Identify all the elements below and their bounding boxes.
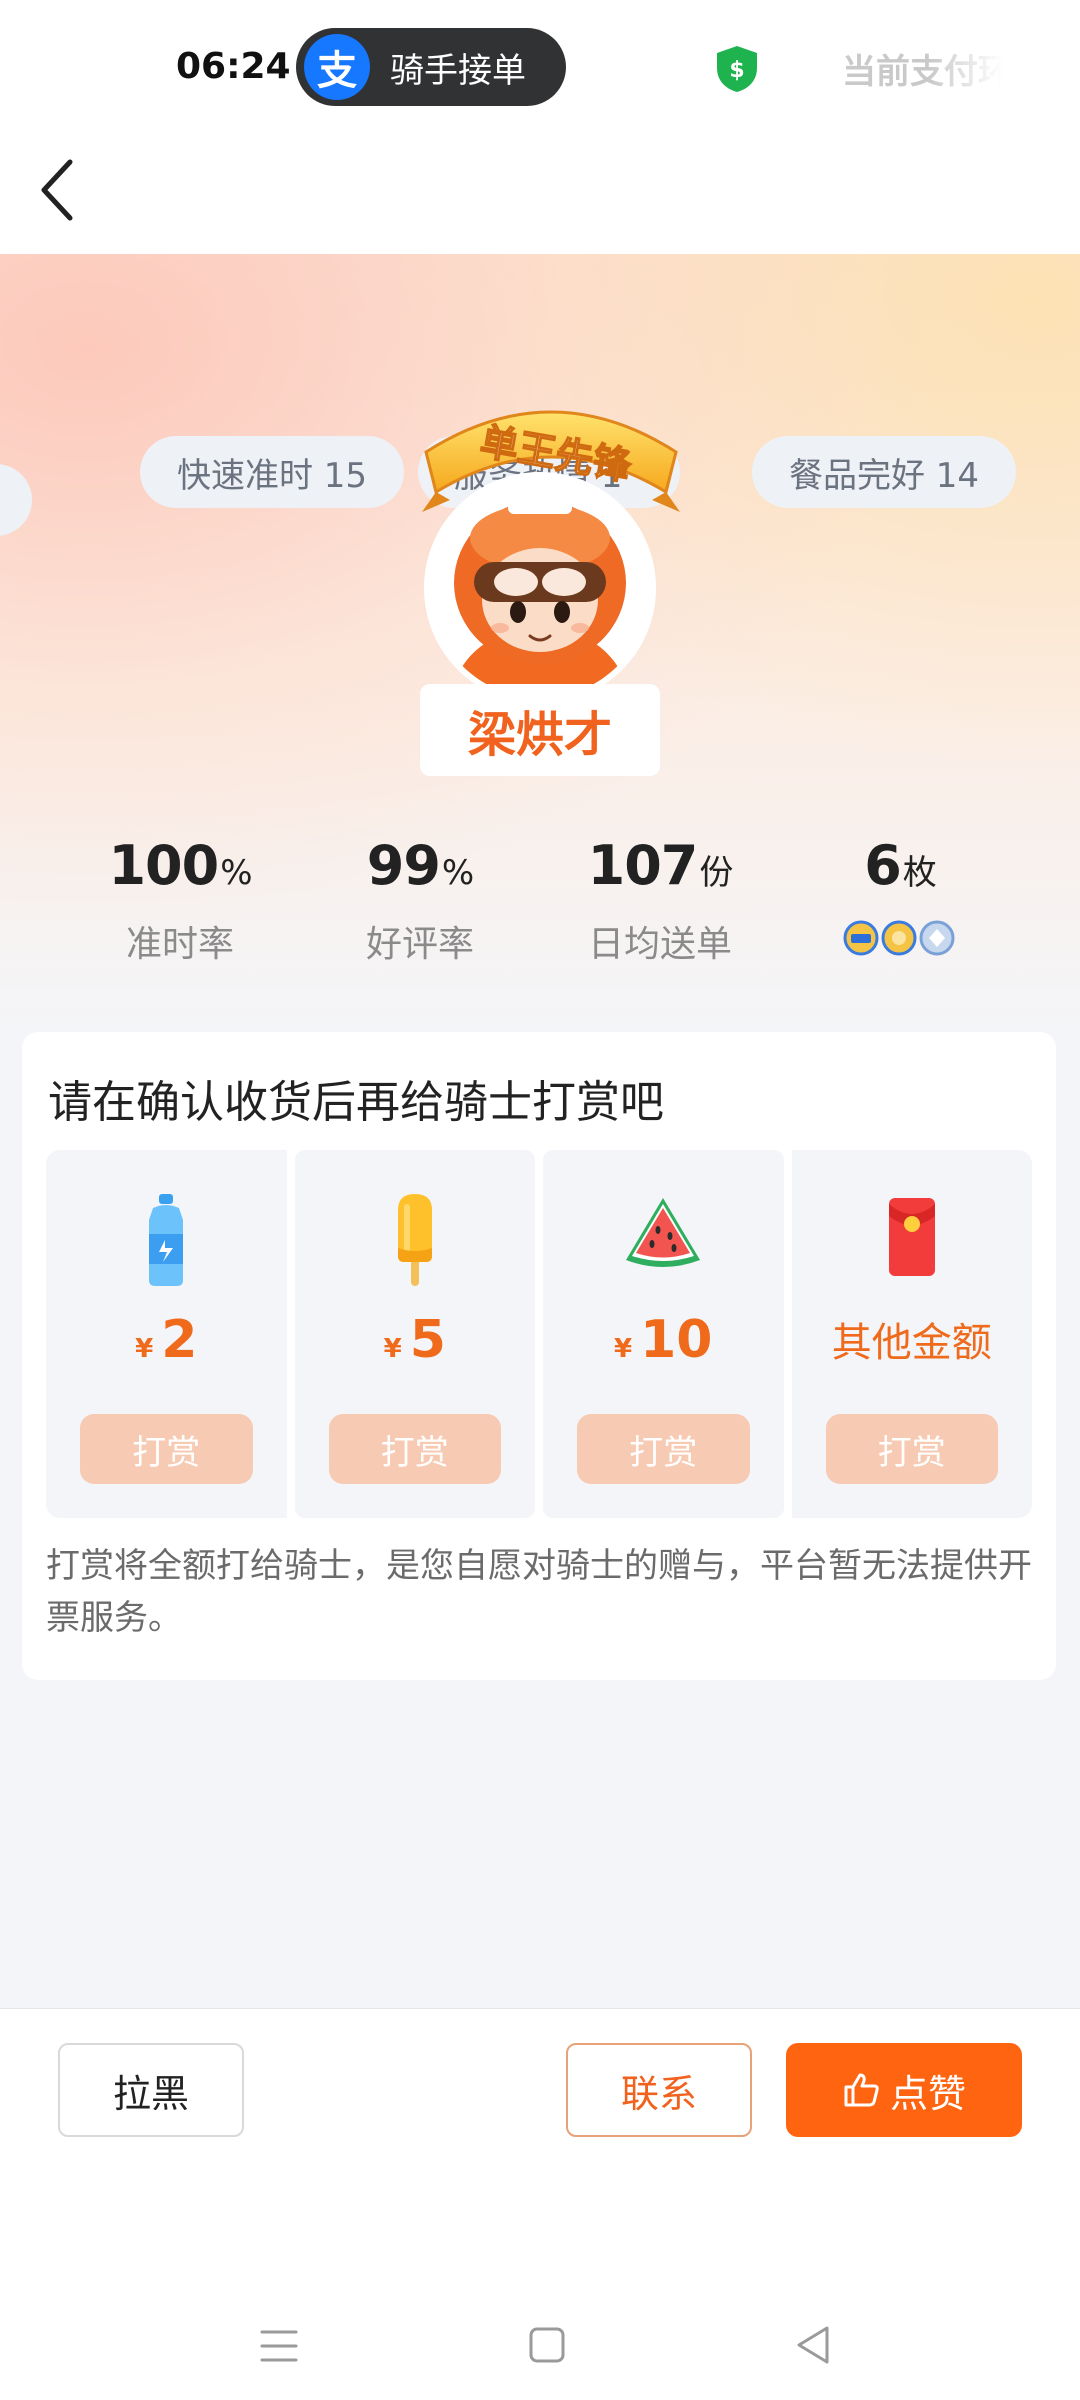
side-scroll-indicator <box>0 464 32 536</box>
tip-amount-other: 其他金额 <box>831 1320 992 1366</box>
popsicle-icon <box>397 1194 432 1286</box>
tip-amount: ¥10 <box>543 1310 784 1370</box>
tip-button[interactable]: 打赏 <box>577 1414 750 1484</box>
back-triangle-icon[interactable] <box>794 2324 832 2366</box>
tip-amount-value: 10 <box>640 1310 713 1370</box>
stat-unit: 枚 <box>902 853 937 893</box>
rider-profile-hero: 快速准时 15 服务热情 1 餐品完好 14 <box>0 254 1080 1034</box>
tip-disclaimer: 打赏将全额打给骑士，是您自愿对骑士的赠与，平台暂无法提供开票服务。 <box>46 1546 1032 1638</box>
tip-amount-value: 2 <box>161 1310 198 1370</box>
tip-amount-value: 5 <box>409 1310 446 1370</box>
stat-good-rating: 99% 好评率 <box>300 834 540 967</box>
currency-symbol: ¥ <box>135 1334 154 1364</box>
tip-amount: 其他金额 <box>792 1310 1033 1368</box>
bottom-action-bar: 拉黑 联系 点赞 <box>0 2008 1080 2228</box>
back-arrow-icon[interactable] <box>38 154 78 226</box>
payment-status-text: 当前支付环 <box>842 44 1002 93</box>
like-button[interactable]: 点赞 <box>786 2043 1022 2137</box>
currency-symbol: ¥ <box>614 1334 633 1364</box>
home-icon[interactable] <box>528 2326 566 2364</box>
tip-option-10[interactable]: ¥10 打赏 <box>543 1150 784 1518</box>
stat-value: 100 <box>108 834 219 897</box>
red-envelope-icon <box>888 1198 935 1276</box>
app-pill-label: 骑手接单 <box>390 50 526 91</box>
stat-daily-orders: 107份 日均送单 <box>540 834 780 967</box>
status-bar: 06:24 支 骑手接单 $ 当前支付环 <box>0 0 1080 140</box>
stat-value: 107 <box>587 834 699 897</box>
stat-value: 6 <box>864 834 902 897</box>
stat-on-time: 100% 准时率 <box>60 834 300 967</box>
stat-unit: % <box>441 853 474 893</box>
recent-apps-icon[interactable] <box>260 2328 298 2364</box>
stat-medals[interactable]: 6枚 <box>780 834 1020 963</box>
rider-stats: 100% 准时率 99% 好评率 107份 日均送单 6枚 <box>0 834 1080 984</box>
tip-card: 请在确认收货后再给骑士打赏吧 ¥2 打赏 ¥5 打赏 ¥ 10 打赏 其他金额 … <box>22 1032 1056 1680</box>
like-button-label: 点赞 <box>889 2071 966 2116</box>
medal-badges-icon <box>843 920 955 956</box>
svg-text:$: $ <box>729 58 744 83</box>
stat-label: 准时率 <box>125 924 234 965</box>
tip-button[interactable]: 打赏 <box>825 1414 998 1484</box>
tip-amount: ¥5 <box>295 1310 536 1370</box>
contact-button[interactable]: 联系 <box>566 2043 752 2137</box>
system-navigation-bar <box>0 2228 1080 2400</box>
tip-button[interactable]: 打赏 <box>80 1414 253 1484</box>
app-notification-pill[interactable]: 支 骑手接单 <box>296 28 566 106</box>
tip-card-title: 请在确认收货后再给骑士打赏吧 <box>48 1077 664 1128</box>
tip-amount: ¥2 <box>46 1310 287 1370</box>
watermelon-icon <box>626 1198 701 1267</box>
stat-label: 日均送单 <box>587 924 732 965</box>
rating-tag-food: 餐品完好 14 <box>752 436 1016 508</box>
page-header <box>0 140 1080 254</box>
tip-button[interactable]: 打赏 <box>328 1414 501 1484</box>
thumbs-up-icon <box>844 2073 879 2107</box>
stat-value: 99 <box>366 834 441 897</box>
status-time: 06:24 <box>176 46 291 87</box>
stat-label: 好评率 <box>365 924 474 965</box>
stat-unit: 份 <box>699 853 733 893</box>
tip-option-2[interactable]: ¥2 打赏 <box>46 1150 287 1518</box>
tip-option-other[interactable]: 其他金额 打赏 <box>791 1150 1033 1518</box>
rider-name: 梁烘才 <box>420 684 660 776</box>
block-button[interactable]: 拉黑 <box>58 2043 244 2137</box>
stat-unit: % <box>220 853 252 893</box>
tip-option-5[interactable]: ¥5 打赏 <box>294 1150 536 1518</box>
currency-symbol: ¥ <box>383 1334 402 1364</box>
security-shield-icon: $ <box>717 46 757 92</box>
alipay-logo-icon: 支 <box>304 34 370 100</box>
water-bottle-icon <box>149 1194 184 1286</box>
tip-options: ¥2 打赏 ¥5 打赏 ¥10 打赏 其他金额 打赏 <box>46 1150 1032 1518</box>
honor-banner-badge-icon: 单王先锋 <box>422 410 680 512</box>
rating-tag-fast: 快速准时 15 <box>140 436 404 508</box>
